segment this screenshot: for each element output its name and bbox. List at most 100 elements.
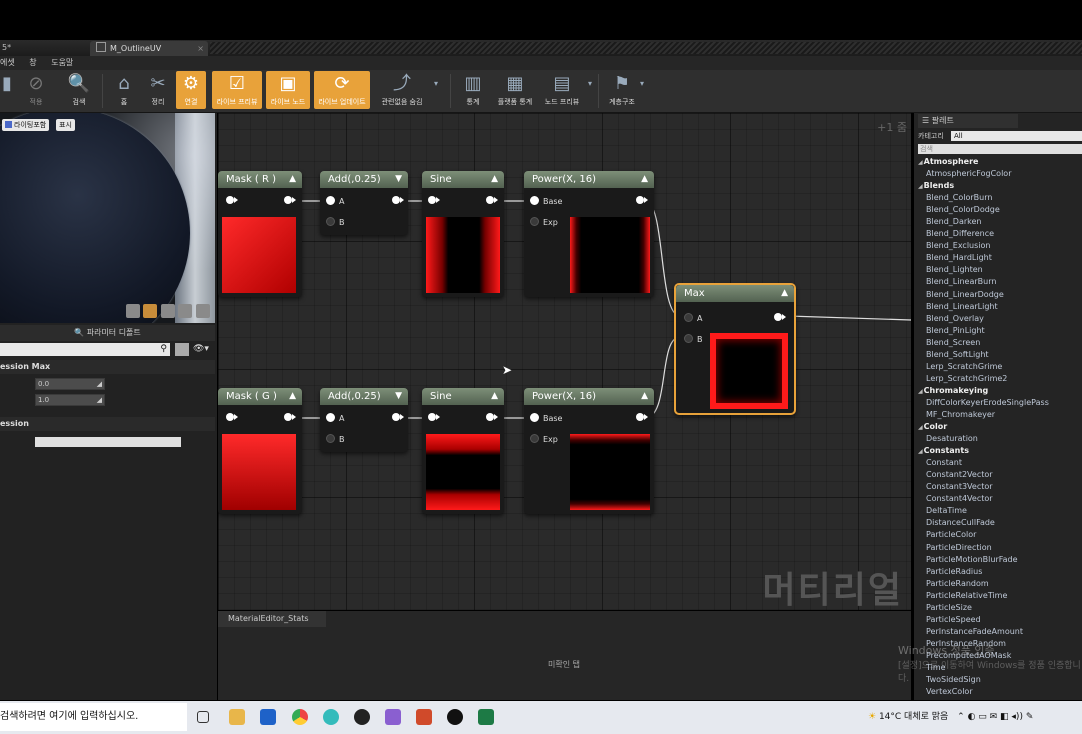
menu-window[interactable]: 창 <box>29 58 36 67</box>
eye-icon[interactable]: 👁▾ <box>193 343 209 356</box>
plane-preview-icon[interactable] <box>161 304 175 318</box>
pin-b[interactable]: B <box>684 334 703 345</box>
pin-exp[interactable]: Exp <box>530 217 558 228</box>
powerpoint-icon[interactable] <box>416 709 432 725</box>
node-add-2[interactable]: Add(,0.25) ▼ A B <box>320 388 408 452</box>
palette-item[interactable]: ParticleSpeed <box>918 614 1082 626</box>
node-sine-2[interactable]: Sine ▲ <box>422 388 504 514</box>
hide-unrelated-button[interactable]: ⤴ 관련없음 숨김 <box>376 71 428 109</box>
live-preview-button[interactable]: ☑ 라이브 프리뷰 <box>212 71 262 109</box>
weather-text[interactable]: 14°C 대체로 맑음 <box>879 712 948 722</box>
output-pin[interactable] <box>774 313 786 321</box>
palette-item[interactable]: Constant <box>918 457 1082 469</box>
save-button[interactable]: ▮ <box>0 71 14 109</box>
menu-asset[interactable]: 에셋 <box>0 58 15 67</box>
palette-item[interactable]: ParticleColor <box>918 529 1082 541</box>
view-options-grid-button[interactable] <box>175 343 189 356</box>
taskbar-search-input[interactable]: 검색하려면 여기에 입력하십시오. <box>0 703 187 731</box>
output-pin[interactable] <box>392 413 404 421</box>
collapse-arrow-icon[interactable]: ▲ <box>491 388 498 405</box>
node-mask-r[interactable]: Mask ( R ) ▲ <box>218 171 302 297</box>
pin-base[interactable]: Base <box>530 413 562 424</box>
palette-category[interactable]: Color <box>918 421 1082 433</box>
palette-item[interactable]: Blend_Screen <box>918 337 1082 349</box>
palette-item[interactable]: Blend_LinearDodge <box>918 289 1082 301</box>
palette-category[interactable]: Constants <box>918 445 1082 457</box>
sphere-preview-icon[interactable] <box>143 304 157 318</box>
excel-icon[interactable] <box>478 709 494 725</box>
palette-item[interactable]: DiffColorKeyerErodeSinglePass <box>918 397 1082 409</box>
palette-item[interactable]: Blend_ColorBurn <box>918 192 1082 204</box>
palette-item[interactable]: Blend_Overlay <box>918 313 1082 325</box>
palette-tab[interactable]: ☰ 팔레트 <box>918 114 1018 128</box>
node-header[interactable]: Sine ▲ <box>422 388 504 405</box>
palette-item[interactable]: Blend_Difference <box>918 228 1082 240</box>
node-preview-button[interactable]: ▤ 노드 프리뷰 <box>540 71 584 109</box>
tab-material-editor[interactable]: M_OutlineUV × <box>90 41 208 56</box>
store-icon[interactable] <box>260 709 276 725</box>
file-explorer-icon[interactable] <box>229 709 245 725</box>
home-button[interactable]: ⌂ 홈 <box>110 71 138 109</box>
palette-item[interactable]: ParticleDirection <box>918 542 1082 554</box>
details-search-input[interactable]: ⚲ <box>0 343 170 356</box>
clean-up-button[interactable]: ✂ 정리 <box>142 71 174 109</box>
palette-item[interactable]: DistanceCullFade <box>918 517 1082 529</box>
palette-item[interactable]: Blend_LinearBurn <box>918 276 1082 288</box>
output-pin[interactable] <box>284 196 296 204</box>
pin-base[interactable]: Base <box>530 196 562 207</box>
collapse-arrow-icon[interactable]: ▲ <box>289 388 296 405</box>
node-sine-1[interactable]: Sine ▲ <box>422 171 504 297</box>
stats-tab[interactable]: MaterialEditor_Stats <box>218 611 326 627</box>
input-pin[interactable] <box>428 196 440 204</box>
pin-exp[interactable]: Exp <box>530 434 558 445</box>
palette-category[interactable]: Atmosphere <box>918 156 1082 168</box>
output-pin[interactable] <box>636 196 648 204</box>
category-select[interactable]: All <box>951 131 1082 141</box>
stats-button[interactable]: ▥ 통계 <box>458 71 488 109</box>
node-mask-g[interactable]: Mask ( G ) ▲ <box>218 388 302 514</box>
close-tab-icon[interactable]: × <box>197 41 204 56</box>
palette-item[interactable]: ParticleRadius <box>918 566 1082 578</box>
live-nodes-button[interactable]: ▣ 라이브 노드 <box>266 71 310 109</box>
section-expression-max[interactable]: ession Max <box>0 360 215 374</box>
palette-item[interactable]: ParticleRandom <box>918 578 1082 590</box>
node-power-2[interactable]: Power(X, 16) ▲ Base Exp <box>524 388 654 514</box>
palette-item[interactable]: ParticleMotionBlurFade <box>918 554 1082 566</box>
node-power-1[interactable]: Power(X, 16) ▲ Base Exp <box>524 171 654 297</box>
palette-item[interactable]: Blend_SoftLight <box>918 349 1082 361</box>
palette-category[interactable]: Blends <box>918 180 1082 192</box>
details-panel-title[interactable]: 🔍 파라미터 디폴트 <box>0 325 215 341</box>
node-preview-dropdown[interactable]: ▾ <box>586 71 594 109</box>
menu-help[interactable]: 도움말 <box>51 58 73 67</box>
collapse-arrow-icon[interactable]: ▲ <box>641 388 648 405</box>
value-field-max[interactable]: 1.0 ◢ <box>35 394 105 406</box>
connectors-button[interactable]: ⚙ 연결 <box>176 71 206 109</box>
palette-item[interactable]: Constant4Vector <box>918 493 1082 505</box>
task-view-icon[interactable] <box>197 711 209 723</box>
section-expression[interactable]: ession <box>0 417 215 431</box>
palette-item[interactable]: Blend_PinLight <box>918 325 1082 337</box>
platform-stats-button[interactable]: ▦ 플랫폼 통계 <box>494 71 536 109</box>
pin-a[interactable]: A <box>684 313 702 324</box>
chevron-down-icon[interactable]: ▼ <box>395 388 402 405</box>
collapse-arrow-icon[interactable]: ▲ <box>491 171 498 188</box>
node-header[interactable]: Add(,0.25) ▼ <box>320 171 408 188</box>
hierarchy-button[interactable]: ⚑ 계층구조 <box>604 71 640 109</box>
tab-previous[interactable]: 5* <box>0 41 11 55</box>
palette-item[interactable]: Blend_HardLight <box>918 252 1082 264</box>
visual-studio-icon[interactable] <box>385 709 401 725</box>
chrome-icon[interactable] <box>292 709 308 725</box>
collapse-arrow-icon[interactable]: ▲ <box>641 171 648 188</box>
output-pin[interactable] <box>636 413 648 421</box>
node-header[interactable]: Max ▲ <box>676 285 794 302</box>
hide-unrelated-dropdown[interactable]: ▾ <box>430 71 442 109</box>
palette-item[interactable]: MF_Chromakeyer <box>918 409 1082 421</box>
palette-item[interactable]: Desaturation <box>918 433 1082 445</box>
palette-item[interactable]: Constant3Vector <box>918 481 1082 493</box>
show-menu-button[interactable]: 표시 <box>56 119 75 131</box>
node-header[interactable]: Power(X, 16) ▲ <box>524 388 654 405</box>
hierarchy-dropdown[interactable]: ▾ <box>638 71 646 109</box>
output-pin[interactable] <box>284 413 296 421</box>
palette-item[interactable]: PerInstanceFadeAmount <box>918 626 1082 638</box>
pin-b[interactable]: B <box>326 217 345 228</box>
